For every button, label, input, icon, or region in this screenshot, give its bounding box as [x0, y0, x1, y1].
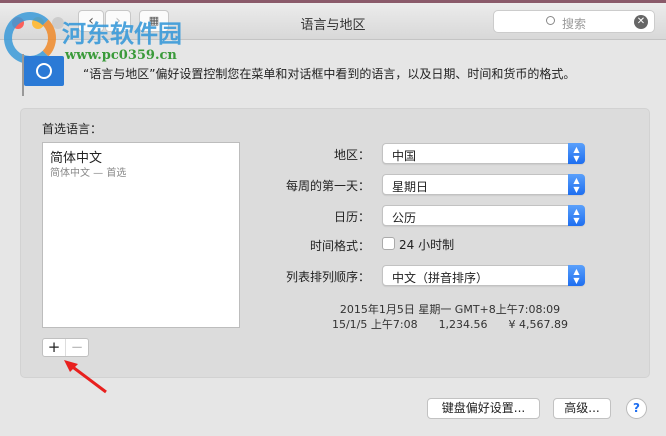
- preferred-languages-label: 首选语言：: [42, 122, 103, 136]
- sort-order-value: 中文（拼音排序）: [392, 271, 489, 285]
- red-arrow-annotation: [64, 360, 107, 394]
- keyboard-preferences-button[interactable]: 键盘偏好设置...: [427, 398, 540, 419]
- calendar-value: 公历: [392, 211, 417, 225]
- remove-language-button[interactable]: −: [66, 339, 88, 356]
- 24-hour-checkbox-label[interactable]: 24 小时制: [399, 236, 454, 253]
- first-day-popup[interactable]: 星期日 ▲ ▼: [382, 174, 585, 195]
- help-button[interactable]: ?: [626, 398, 647, 419]
- search-input[interactable]: 搜索 ✕: [493, 10, 655, 33]
- search-placeholder: 搜索: [562, 17, 587, 31]
- pane-description: “语言与地区”偏好设置控制您在菜单和对话框中看到的语言，以及日期、时间和货币的格…: [83, 67, 576, 81]
- add-remove-control: + −: [42, 338, 89, 357]
- chevron-updown-icon: ▲ ▼: [568, 265, 585, 286]
- add-language-button[interactable]: +: [43, 339, 66, 356]
- first-day-value: 星期日: [392, 180, 429, 194]
- sort-order-label: 列表排列顺序：: [285, 270, 370, 284]
- watermark-url: www.pc0359.cn: [65, 48, 177, 63]
- currency-preview: ¥ 4,567.89: [508, 318, 569, 331]
- calendar-label: 日历：: [333, 210, 370, 224]
- language-list[interactable]: 简体中文 简体中文 — 首选: [42, 142, 240, 328]
- date-preview-long: 2015年1月5日 星期一 GMT+8上午7:08:09: [339, 303, 561, 316]
- first-day-label: 每周的第一天：: [285, 179, 370, 193]
- number-preview: 1,234.56: [438, 318, 488, 331]
- search-icon: [546, 16, 555, 25]
- calendar-popup[interactable]: 公历 ▲ ▼: [382, 205, 585, 226]
- advanced-button[interactable]: 高级...: [553, 398, 611, 419]
- region-value: 中国: [392, 149, 417, 163]
- un-flag-icon: [24, 56, 64, 86]
- sort-order-popup[interactable]: 中文（拼音排序） ▲ ▼: [382, 265, 585, 286]
- 24-hour-checkbox[interactable]: [382, 237, 395, 250]
- region-label: 地区：: [333, 148, 370, 162]
- watermark-name: 河东软件园: [62, 19, 182, 48]
- chevron-updown-icon: ▲ ▼: [568, 205, 585, 226]
- clear-search-icon[interactable]: ✕: [634, 15, 648, 29]
- chevron-updown-icon: ▲ ▼: [568, 143, 585, 164]
- language-detail: 简体中文 — 首选: [50, 168, 127, 179]
- format-preview-short: 15/1/5 上午7:08 1,234.56 ¥ 4,567.89: [300, 316, 600, 332]
- region-popup[interactable]: 中国 ▲ ▼: [382, 143, 585, 164]
- date-short: 15/1/5 上午7:08: [331, 318, 418, 331]
- chevron-updown-icon: ▲ ▼: [568, 174, 585, 195]
- time-format-label: 时间格式：: [309, 239, 370, 253]
